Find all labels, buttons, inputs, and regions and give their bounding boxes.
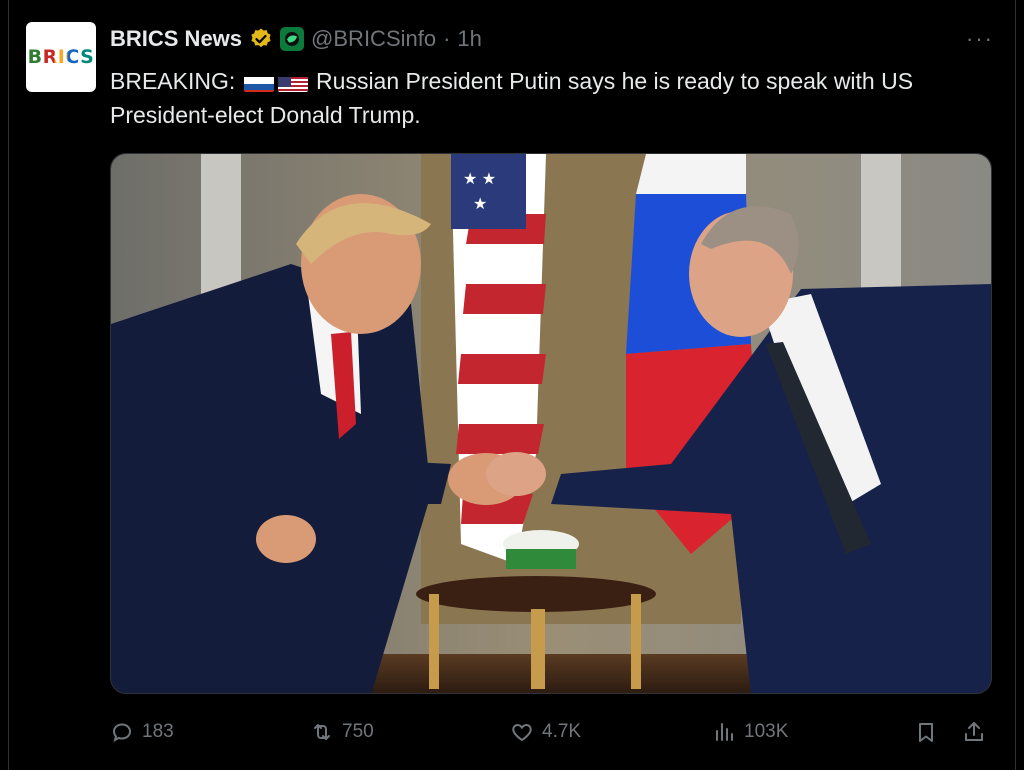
share-button[interactable] xyxy=(962,720,986,744)
repost-icon xyxy=(314,724,330,740)
reply-button[interactable]: 183 xyxy=(110,720,174,744)
timestamp[interactable]: 1h xyxy=(457,26,481,52)
handshake-photo: ★ ★ ★ xyxy=(111,154,991,693)
tweet-image[interactable]: ★ ★ ★ xyxy=(110,153,992,694)
tweet-text: BREAKING: Russian President Putin says h… xyxy=(110,64,990,132)
russia-flag-icon xyxy=(243,72,274,92)
share-icon xyxy=(965,722,983,741)
reply-icon xyxy=(112,723,132,742)
tweet-header: BRICS News @BRICSinfo · 1h xyxy=(110,24,482,54)
reply-count: 183 xyxy=(142,721,174,742)
svg-text:★ ★: ★ ★ xyxy=(463,171,496,188)
like-count: 4.7K xyxy=(542,721,582,742)
separator: · xyxy=(443,26,451,51)
heart-icon xyxy=(512,723,532,742)
views-icon xyxy=(716,723,733,741)
usa-flag-icon xyxy=(277,72,308,92)
more-options-icon[interactable]: ··· xyxy=(966,26,994,52)
avatar[interactable]: BRICS xyxy=(26,22,96,92)
breaking-label: BREAKING: xyxy=(110,68,236,94)
avatar-logo-text: BRICS xyxy=(27,46,95,68)
views-button[interactable]: 103K xyxy=(712,720,788,744)
handle[interactable]: @BRICSinfo xyxy=(311,26,436,52)
bookmark-button[interactable] xyxy=(914,720,938,744)
bookmark-icon xyxy=(919,723,933,742)
repost-count: 750 xyxy=(342,721,374,742)
display-name[interactable]: BRICS News xyxy=(110,26,242,52)
views-count: 103K xyxy=(744,721,789,742)
tweet-actions: 183 750 4.7K 103K xyxy=(110,714,992,754)
like-button[interactable]: 4.7K xyxy=(510,720,581,744)
svg-text:★: ★ xyxy=(473,196,487,213)
repost-button[interactable]: 750 xyxy=(310,720,374,744)
verified-badge-icon[interactable] xyxy=(249,27,273,51)
affiliate-badge-icon[interactable] xyxy=(280,27,305,51)
